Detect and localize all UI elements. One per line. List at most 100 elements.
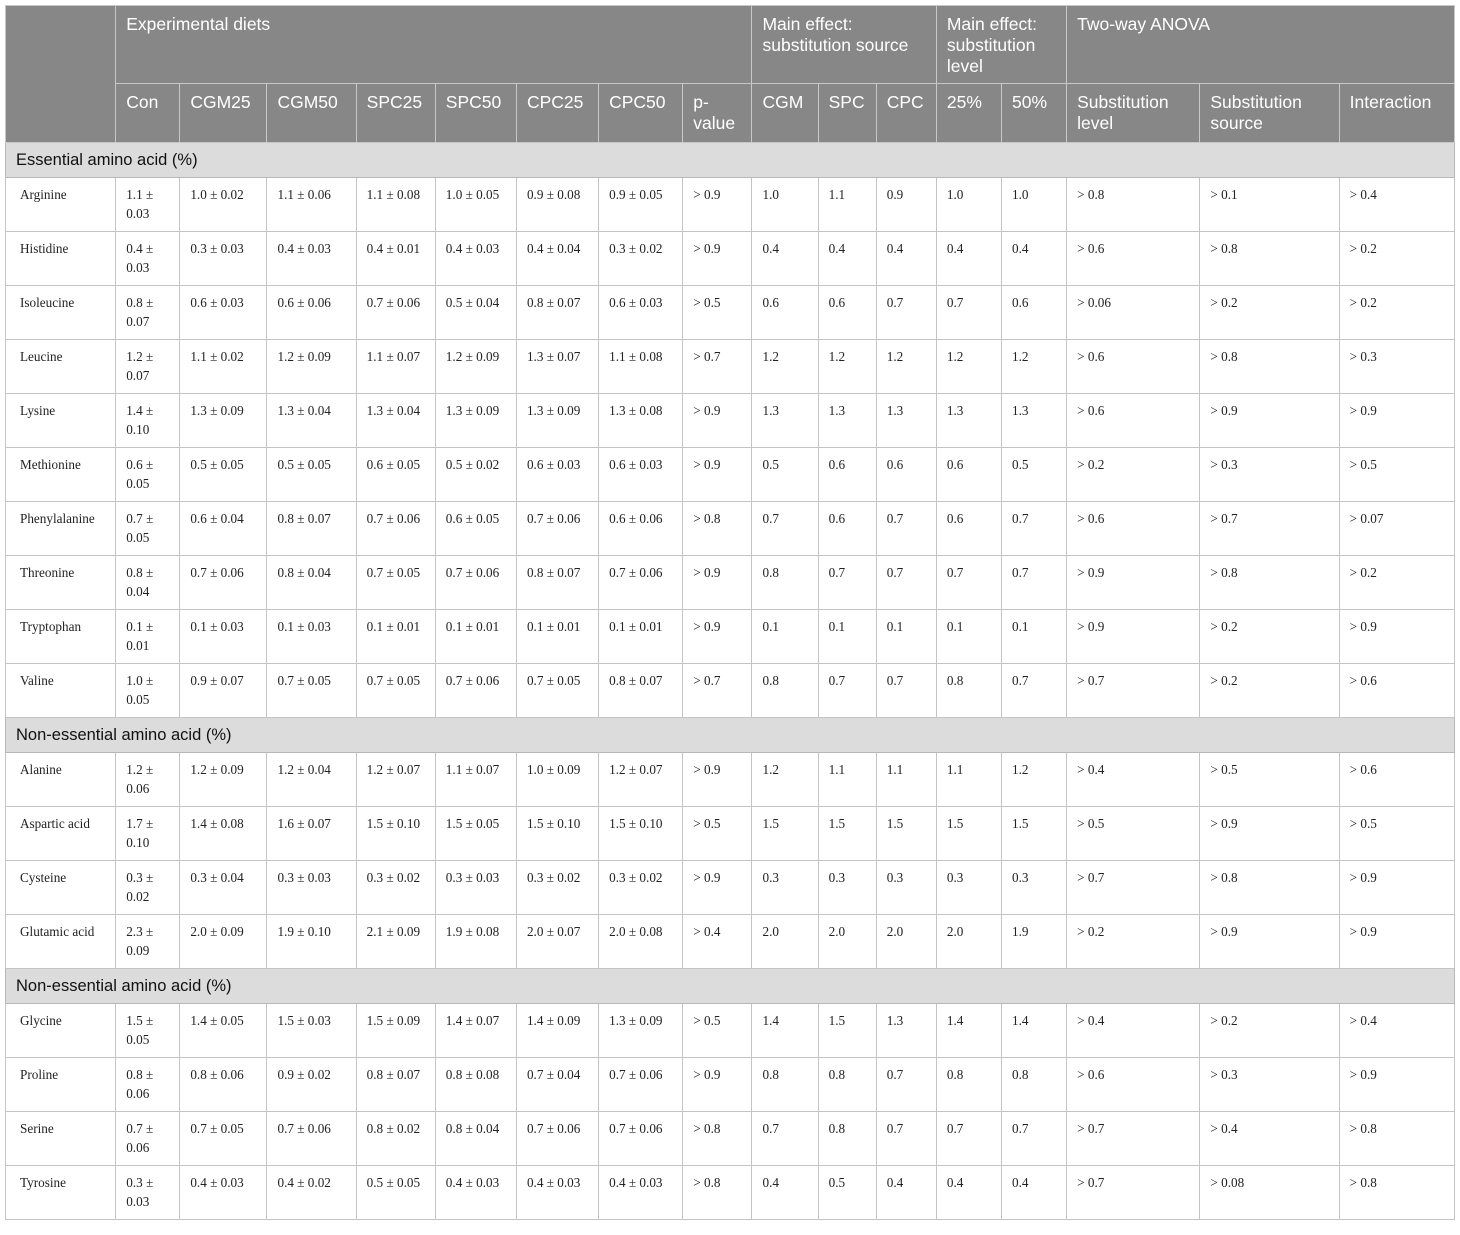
table-cell: 0.4 ± 0.03 [179, 1165, 268, 1220]
table-cell: 0.3 ± 0.02 [355, 860, 436, 915]
table-cell: 1.9 ± 0.10 [266, 914, 357, 969]
table-cell: 1.5 ± 0.09 [355, 1003, 436, 1058]
table-cell: 0.6 [751, 285, 819, 340]
table-cell: 0.9 ± 0.08 [515, 177, 600, 232]
table-cell: 0.7 [751, 501, 819, 556]
table-cell: 1.5 [817, 1003, 877, 1058]
table-cell: 0.4 [935, 231, 1002, 286]
table-row: Glycine 1.5 ± 0.05 1.4 ± 0.05 1.5 ± 0.03 1.5… [4, 1003, 1456, 1058]
table-cell: 0.6 ± 0.06 [266, 285, 357, 340]
table-cell: 1.4 ± 0.07 [434, 1003, 517, 1058]
table-cell: > 0.5 [682, 1003, 753, 1058]
table-cell: 0.7 [935, 1111, 1002, 1166]
table-row: Leucine 1.2 ± 0.07 1.1 ± 0.02 1.2 ± 0.09 1.1… [4, 339, 1456, 394]
table-row: Aspartic acid 1.7 ± 0.10 1.4 ± 0.08 1.6 ± 0… [4, 806, 1456, 861]
table-row: Serine 0.7 ± 0.06 0.7 ± 0.05 0.7 ± 0.06 0.8 … [4, 1111, 1456, 1166]
table-cell: 1.4 [751, 1003, 819, 1058]
table-cell: 1.2 ± 0.07 [598, 752, 684, 807]
table-row: Arginine 1.1 ± 0.03 1.0 ± 0.02 1.1 ± 0.06 1.… [4, 177, 1456, 232]
column-header: CPC25 [515, 83, 600, 143]
table-cell: > 0.7 [1066, 663, 1201, 718]
table-cell: 0.7 ± 0.05 [355, 555, 436, 610]
table-cell: 0.1 [751, 609, 819, 664]
table-cell: 1.1 ± 0.02 [179, 339, 268, 394]
table-cell: 0.3 ± 0.02 [115, 860, 181, 915]
table-cell: > 0.5 [1338, 447, 1456, 502]
table-cell: > 0.6 [1066, 501, 1201, 556]
table-cell: 0.3 ± 0.02 [598, 860, 684, 915]
column-header: Substitution source [1199, 83, 1340, 143]
table-cell: 0.3 ± 0.03 [179, 231, 268, 286]
section-row: Essential amino acid (%) [5, 142, 1455, 178]
table-cell: 1.0 ± 0.05 [434, 177, 517, 232]
table-cell: 0.6 [935, 501, 1002, 556]
row-label: Tryptophan [4, 609, 117, 664]
table-cell: 1.1 ± 0.08 [355, 177, 436, 232]
table-cell: 0.8 [751, 663, 819, 718]
table-cell: 0.5 ± 0.05 [179, 447, 268, 502]
table-cell: 0.7 ± 0.06 [515, 501, 600, 556]
table-cell: 1.0 [1000, 177, 1068, 232]
table-cell: 1.1 ± 0.03 [115, 177, 181, 232]
table-cell: 0.6 ± 0.03 [515, 447, 600, 502]
table-cell: 0.6 ± 0.03 [598, 285, 684, 340]
table-cell: > 0.7 [682, 339, 753, 394]
table-cell: 1.3 ± 0.09 [434, 393, 517, 448]
table-cell: 0.5 ± 0.04 [434, 285, 517, 340]
table-cell: 1.3 [817, 393, 877, 448]
table-cell: > 0.9 [682, 609, 753, 664]
table-cell: 0.8 ± 0.07 [515, 285, 600, 340]
row-label: Alanine [4, 752, 117, 807]
table-cell: 0.6 [875, 447, 937, 502]
table-cell: > 0.8 [1066, 177, 1201, 232]
table-cell: 0.1 ± 0.03 [266, 609, 357, 664]
table-cell: 1.2 [751, 339, 819, 394]
table-cell: 0.8 [751, 555, 819, 610]
table-cell: 1.0 ± 0.02 [179, 177, 268, 232]
table-cell: 0.5 ± 0.05 [266, 447, 357, 502]
table-cell: 0.4 [751, 1165, 819, 1220]
table-cell: 0.9 ± 0.05 [598, 177, 684, 232]
table-row: Alanine 1.2 ± 0.06 1.2 ± 0.09 1.2 ± 0.04 1.2… [4, 752, 1456, 807]
column-header: SPC25 [355, 83, 436, 143]
table-cell: 0.5 ± 0.02 [434, 447, 517, 502]
table-cell: > 0.6 [1066, 1057, 1201, 1112]
table-cell: > 0.3 [1338, 339, 1456, 394]
table-cell: > 0.7 [1066, 1111, 1201, 1166]
table-cell: > 0.5 [682, 806, 753, 861]
table-cell: 0.8 [751, 1057, 819, 1112]
section-title: Non-essential amino acid (%) [5, 717, 1455, 753]
table-cell: 0.3 ± 0.03 [115, 1165, 181, 1220]
table-cell: > 0.3 [1199, 447, 1340, 502]
table-cell: > 0.8 [1199, 555, 1340, 610]
row-label: Tyrosine [4, 1165, 117, 1220]
table-cell: 0.1 ± 0.01 [515, 609, 600, 664]
table-cell: > 0.4 [1199, 1111, 1340, 1166]
table-row: Proline 0.8 ± 0.06 0.8 ± 0.06 0.9 ± 0.02 0.8… [4, 1057, 1456, 1112]
table-cell: 0.7 ± 0.06 [598, 1057, 684, 1112]
table-cell: 0.8 ± 0.07 [515, 555, 600, 610]
table-cell: > 0.6 [1066, 393, 1201, 448]
table-cell: > 0.6 [1066, 231, 1201, 286]
table-cell: > 0.9 [1338, 860, 1456, 915]
table-cell: 0.5 [751, 447, 819, 502]
table-cell: > 0.2 [1199, 1003, 1340, 1058]
table-cell: 0.1 ± 0.01 [434, 609, 517, 664]
table-cell: 0.7 [935, 285, 1002, 340]
row-label: Serine [4, 1111, 117, 1166]
table-cell: 0.6 [935, 447, 1002, 502]
table-cell: 0.6 [817, 447, 877, 502]
table-cell: 0.8 [1000, 1057, 1068, 1112]
table-cell: 1.4 ± 0.08 [179, 806, 268, 861]
table-cell: 0.4 [1000, 231, 1068, 286]
table-cell: 1.2 [751, 752, 819, 807]
table-cell: 1.1 ± 0.07 [434, 752, 517, 807]
table-cell: 1.2 [1000, 752, 1068, 807]
table-row: Threonine 0.8 ± 0.04 0.7 ± 0.06 0.8 ± 0.04 0… [4, 555, 1456, 610]
table-cell: 0.3 [1000, 860, 1068, 915]
table-cell: 1.0 ± 0.09 [515, 752, 600, 807]
table-cell: 1.1 ± 0.07 [355, 339, 436, 394]
table-cell: 1.4 ± 0.10 [115, 393, 181, 448]
table-cell: 0.8 ± 0.07 [355, 1057, 436, 1112]
table-cell: > 0.9 [1199, 393, 1340, 448]
